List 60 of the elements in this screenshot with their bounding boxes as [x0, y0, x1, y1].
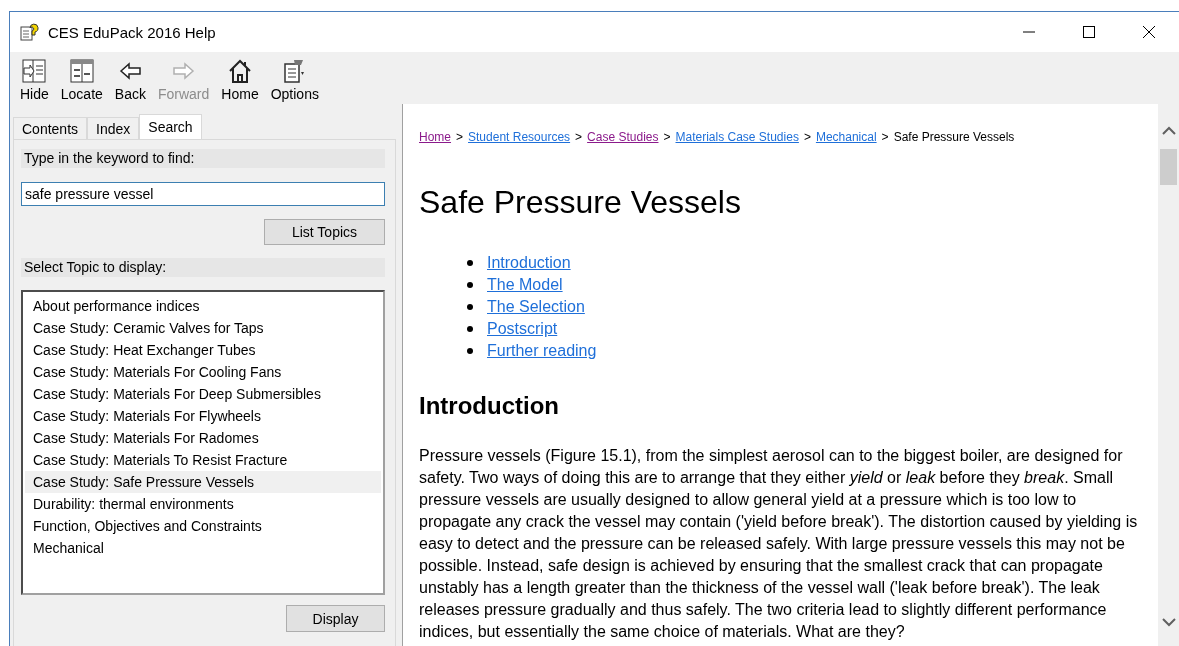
- topic-item[interactable]: Case Study: Safe Pressure Vessels: [25, 471, 381, 493]
- topic-item[interactable]: About performance indices: [25, 295, 381, 317]
- topic-item[interactable]: Case Study: Materials For Cooling Fans: [25, 361, 381, 383]
- locate-button[interactable]: Locate: [56, 58, 107, 102]
- section-heading: Introduction: [419, 391, 560, 421]
- tab[interactable]: Contents: [13, 117, 88, 139]
- display-button[interactable]: Display: [286, 605, 385, 632]
- bullet-icon: [467, 348, 473, 354]
- tab[interactable]: Search: [139, 114, 202, 139]
- breadcrumb-current: Safe Pressure Vessels: [893, 130, 1015, 144]
- bullet-icon: [467, 282, 473, 288]
- breadcrumb-link[interactable]: Student Resources: [468, 130, 571, 144]
- back-button[interactable]: Back: [110, 58, 150, 102]
- scroll-up-icon[interactable]: [1161, 126, 1176, 136]
- topic-item[interactable]: Case Study: Materials For Deep Submersibles: [25, 383, 381, 405]
- sync-panel-icon: [68, 58, 95, 84]
- breadcrumb-link[interactable]: Case Studies: [587, 130, 659, 144]
- house-icon: [227, 58, 253, 84]
- bullet-icon: [467, 260, 473, 266]
- topic-item[interactable]: Case Study: Materials For Radomes: [25, 427, 381, 449]
- contents-link[interactable]: The Selection: [487, 296, 585, 318]
- bullet-icon: [467, 304, 473, 310]
- options-button[interactable]: Options: [266, 58, 323, 102]
- paragraph: Pressure vessels (Figure 15.1), from the simplest aerosol can to the biggest boiler, are designed for safety. Two ways of doing this are to arrange that they either yield or leak before they break. Small pressure vessels are usually designed to allow general yield at a pressure which is too low to propagate any crack the vessel may contain ('yield before break'). The distortion caused by yielding is easy to detect and the pressure can be released safely. With large pressure vessels this may not be possible. Instead, safe design is achieved by ensuring that the smallest crack that can propagate unstably has a length greater than the thickness of the vessel wall ('leak before break'). The leak releases pressure gradually and thus safely. The two criteria lead to slightly different performance indices, but essentially the same choice of materials. What are they?: [419, 446, 1139, 642]
- scrollbar[interactable]: [1158, 104, 1179, 646]
- topic-item[interactable]: Function, Objectives and Constraints: [25, 515, 381, 537]
- topic-item[interactable]: Durability: thermal environments: [25, 493, 381, 515]
- breadcrumb-link[interactable]: Materials Case Studies: [675, 130, 799, 144]
- close-icon: [1142, 25, 1156, 39]
- hide-button[interactable]: Hide: [16, 58, 53, 102]
- breadcrumb-separator: >: [881, 130, 889, 144]
- page-title: Safe Pressure Vessels: [419, 183, 742, 222]
- maximize-icon: [1082, 25, 1096, 39]
- topic-item[interactable]: Case Study: Materials For Flywheels: [25, 405, 381, 427]
- contents-link[interactable]: Further reading: [487, 340, 597, 362]
- breadcrumb-link[interactable]: Home: [419, 130, 451, 144]
- topic-label: Select Topic to display:: [21, 258, 385, 277]
- topic-item[interactable]: Case Study: Materials To Resist Fracture: [25, 449, 381, 471]
- topic-item[interactable]: Case Study: Heat Exchanger Tubes: [25, 339, 381, 361]
- bullet-icon: [467, 326, 473, 332]
- help-file-icon: [20, 22, 40, 42]
- breadcrumb-separator: >: [663, 130, 671, 144]
- breadcrumb-separator: >: [575, 130, 583, 144]
- breadcrumb-separator: >: [456, 130, 464, 144]
- breadcrumb-separator: >: [803, 130, 811, 144]
- keyword-label: Type in the keyword to find:: [21, 149, 385, 168]
- window-title: CES EduPack 2016 Help: [48, 23, 217, 41]
- topic-item[interactable]: Mechanical: [25, 537, 381, 559]
- scroll-thumb[interactable]: [1160, 149, 1177, 185]
- pane-splitter[interactable]: [396, 104, 403, 646]
- home-button[interactable]: Home: [217, 58, 263, 102]
- contents-link[interactable]: The Model: [487, 274, 563, 296]
- tab[interactable]: Index: [87, 117, 140, 139]
- contents-link[interactable]: Postscript: [487, 318, 558, 340]
- scroll-down-icon[interactable]: [1161, 617, 1176, 627]
- keyword-field[interactable]: safe pressure vessel: [21, 182, 385, 206]
- topic-item[interactable]: Case Study: Ceramic Valves for Taps: [25, 317, 381, 339]
- contents-link[interactable]: Introduction: [487, 252, 571, 274]
- list-topics-button[interactable]: List Topics: [264, 219, 385, 245]
- breadcrumb-link[interactable]: Mechanical: [815, 130, 877, 144]
